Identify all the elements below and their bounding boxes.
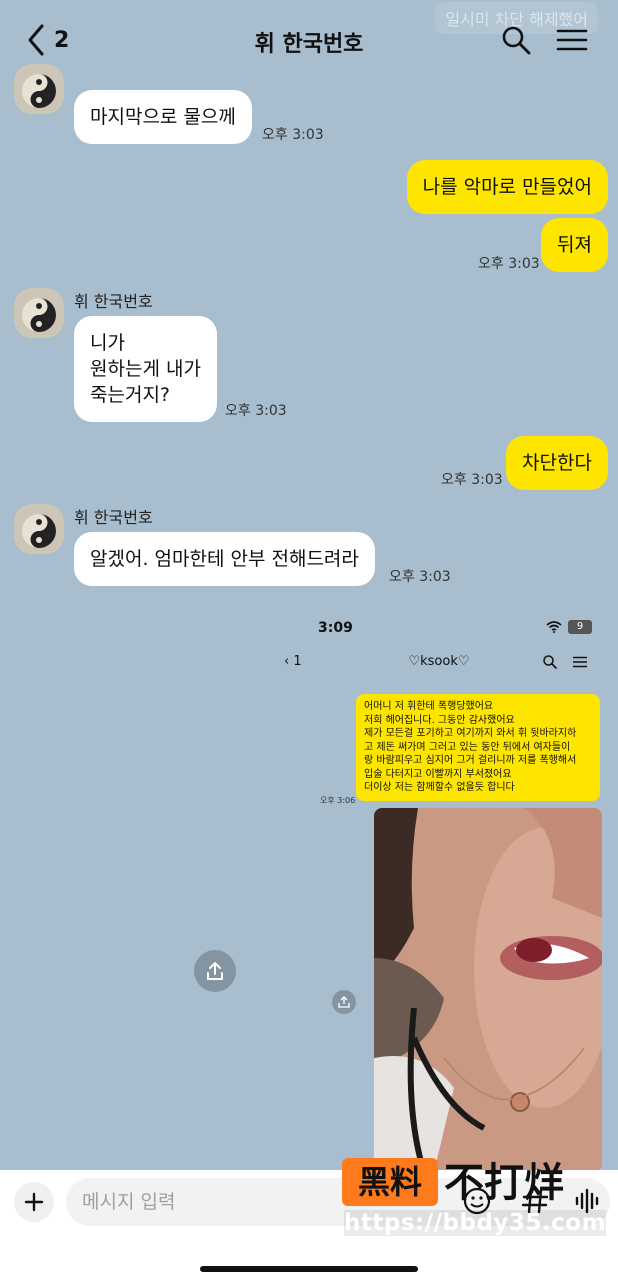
embed-message-bubble-sent[interactable]: 어머니 저 휘한테 폭행당했어요 저희 헤어집니다. 그동안 감사했어요 제가 … <box>356 694 600 801</box>
message-time: 오후 3:03 <box>262 127 324 143</box>
embed-search-icon[interactable] <box>542 654 558 670</box>
home-indicator <box>200 1266 418 1272</box>
photo-image <box>374 808 602 1172</box>
message-time: 오후 3:03 <box>441 472 503 488</box>
avatar[interactable] <box>14 504 64 554</box>
message-bubble-received[interactable]: 마지막으로 물으께 <box>74 90 252 144</box>
message-time: 오후 3:03 <box>389 569 451 585</box>
avatar[interactable] <box>14 288 64 338</box>
logo-text: 不打烊 <box>444 1160 564 1206</box>
injury-photo[interactable] <box>374 808 602 1172</box>
embed-share-button[interactable] <box>332 990 356 1014</box>
message-bubble-sent[interactable]: 나를 악마로 만들었어 <box>406 160 608 214</box>
attach-button[interactable] <box>14 1182 54 1222</box>
watermark-logo: 黑料 不打烊 <box>342 1158 612 1212</box>
menu-icon[interactable] <box>556 24 588 56</box>
avatar-image <box>14 504 64 554</box>
avatar[interactable] <box>14 64 64 114</box>
embed-menu-icon[interactable] <box>572 654 588 670</box>
embed-message-time: 오후 3:06 <box>320 796 356 805</box>
share-icon <box>207 962 223 980</box>
message-time: 오후 3:03 <box>225 403 287 419</box>
search-icon[interactable] <box>500 24 532 56</box>
avatar-image <box>14 64 64 114</box>
message-time: 오후 3:03 <box>478 256 540 272</box>
embed-status-icons: 9 <box>546 620 592 634</box>
embedded-screenshot[interactable]: 3:09 9 ‹ 1 ♡ksook♡ 어머니 저 휘한테 폭행당했어요 저희 헤… <box>260 612 618 1172</box>
embed-share-icon <box>338 996 350 1008</box>
logo-badge: 黑料 <box>342 1158 438 1206</box>
message-bubble-received[interactable]: 알겠어. 엄마한테 안부 전해드려라 <box>74 532 375 586</box>
avatar-image <box>14 288 64 338</box>
chat-header: 일시미 차단 해제했어 2 휘 한국번호 <box>0 0 618 82</box>
plus-icon <box>24 1192 44 1212</box>
sender-name: 휘 한국번호 <box>74 292 153 311</box>
sender-name: 휘 한국번호 <box>74 508 153 527</box>
embed-chat-title: ♡ksook♡ <box>408 654 470 669</box>
message-bubble-received[interactable]: 니가 원하는게 내가 죽는거지? <box>74 316 217 422</box>
wifi-icon <box>546 621 562 633</box>
battery-indicator: 9 <box>568 620 592 634</box>
message-bubble-sent[interactable]: 차단한다 <box>506 436 608 490</box>
embed-status-time: 3:09 <box>318 620 353 636</box>
share-button[interactable] <box>194 950 236 992</box>
watermark-url: https://bbdy35.com <box>344 1210 607 1236</box>
message-bubble-sent[interactable]: 뒤져 <box>541 218 608 272</box>
